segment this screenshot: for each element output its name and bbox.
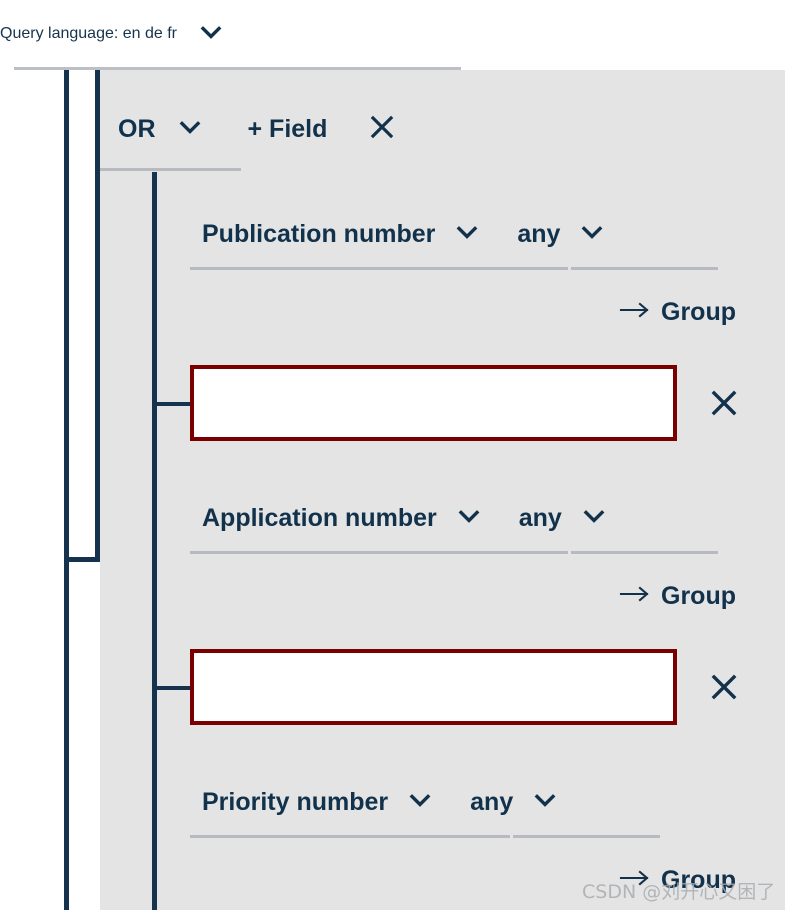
group-operator-select[interactable]: OR [118, 113, 204, 146]
field-operator-underline [513, 835, 660, 838]
field-operator-select[interactable]: any [519, 502, 608, 535]
close-icon[interactable] [709, 388, 739, 423]
field-value-input[interactable] [190, 365, 677, 441]
field-operator-underline [571, 267, 718, 270]
field-controls: Application number any [202, 496, 608, 540]
field-operator-label: any [518, 503, 562, 532]
field-value-input[interactable] [190, 649, 677, 725]
chevron-down-icon [455, 502, 483, 535]
convert-to-group-label: Group [661, 298, 736, 326]
chevron-down-icon[interactable] [197, 18, 225, 51]
query-language-label: Query language: en de fr [0, 25, 178, 42]
group-operator-label: OR [118, 114, 156, 143]
field-name-underline [190, 551, 568, 554]
chevron-down-icon [578, 218, 606, 251]
tree-branch-inner [152, 172, 157, 910]
field-operator-label: any [470, 787, 514, 816]
field-name-select[interactable]: Priority number [202, 786, 434, 819]
convert-to-group-link[interactable]: Group [619, 866, 736, 895]
field-operator-underline [571, 551, 718, 554]
group-operator-underline [100, 168, 241, 171]
arrow-right-icon [619, 300, 651, 325]
tree-connector-field-2 [152, 686, 190, 690]
convert-to-group-link[interactable]: Group [619, 298, 736, 327]
chevron-down-icon [176, 113, 204, 146]
group-operator-row: OR + Field [100, 98, 500, 160]
close-icon[interactable] [367, 112, 397, 147]
tree-connector-field-1 [152, 402, 190, 406]
field-name-underline [190, 835, 510, 838]
field-name-label: Priority number [202, 787, 389, 816]
chevron-down-icon [406, 786, 434, 819]
field-name-underline [190, 267, 568, 270]
convert-to-group-label: Group [661, 866, 736, 894]
field-name-select[interactable]: Publication number [202, 218, 481, 251]
tree-trunk-connector [64, 557, 100, 562]
field-name-select[interactable]: Application number [202, 502, 483, 535]
field-name-label: Publication number [202, 219, 436, 248]
chevron-down-icon [580, 502, 608, 535]
field-controls: Publication number any [202, 212, 606, 256]
chevron-down-icon [531, 786, 559, 819]
add-field-button[interactable]: + Field [248, 115, 328, 144]
arrow-right-icon [619, 868, 651, 893]
convert-to-group-link[interactable]: Group [619, 582, 736, 611]
field-name-label: Application number [202, 503, 437, 532]
field-operator-label: any [517, 219, 561, 248]
tree-trunk-middle-lower [64, 562, 69, 910]
field-operator-select[interactable]: any [470, 786, 559, 819]
query-language-header: Query language: en de fr [0, 0, 785, 68]
arrow-right-icon [619, 584, 651, 609]
close-icon[interactable] [709, 672, 739, 707]
field-operator-select[interactable]: any [517, 218, 606, 251]
field-controls: Priority number any [202, 780, 559, 824]
chevron-down-icon [453, 218, 481, 251]
convert-to-group-label: Group [661, 582, 736, 610]
